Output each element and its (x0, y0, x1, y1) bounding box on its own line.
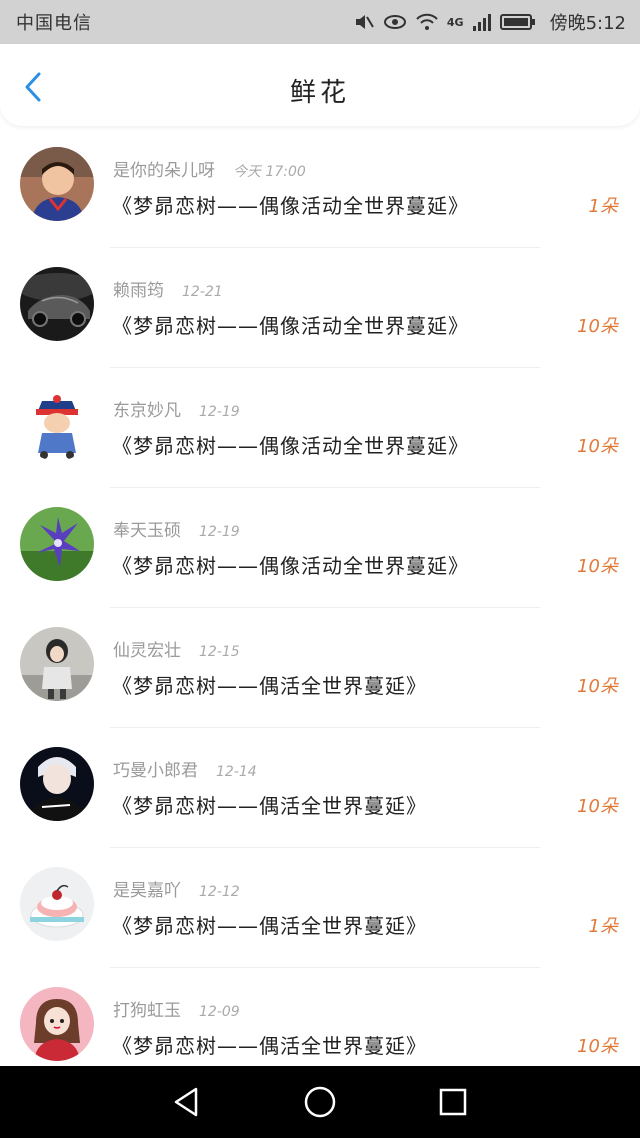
flower-quantity: 10朵 (577, 676, 618, 697)
sent-date: 12-15 (199, 644, 240, 660)
wifi-icon (415, 11, 439, 33)
sender-name: 赖雨筠 (113, 281, 164, 301)
list-item[interactable]: 是昊嘉吖 12-12 《梦昴恋树——偶活全世界蔓延》 1朵 (0, 848, 640, 968)
nav-back-button[interactable] (167, 1082, 207, 1122)
flower-quantity: 10朵 (577, 1036, 618, 1057)
avatar[interactable] (20, 627, 94, 701)
sender-name: 打狗虹玉 (113, 1001, 181, 1021)
flower-quantity: 10朵 (577, 556, 618, 577)
sender-line: 打狗虹玉 12-09 (113, 996, 240, 1021)
gift-title: 《梦昴恋树——偶活全世界蔓延》 (112, 674, 427, 698)
nav-home-button[interactable] (300, 1082, 340, 1122)
list-item[interactable]: 仙灵宏壮 12-15 《梦昴恋树——偶活全世界蔓延》 10朵 (0, 608, 640, 728)
sender-line: 赖雨筠 12-21 (113, 276, 223, 301)
clock-label: 傍晚5:12 (549, 13, 626, 34)
gift-title: 《梦昴恋树——偶活全世界蔓延》 (112, 794, 427, 818)
sender-name: 仙灵宏壮 (113, 641, 181, 661)
sent-date: 12-14 (216, 764, 257, 780)
avatar[interactable] (20, 987, 94, 1061)
sender-line: 奉天玉硕 12-19 (113, 516, 240, 541)
status-icons: 4G 傍晚5:12 (353, 9, 626, 35)
sent-date: 12-21 (182, 284, 223, 300)
back-triangle-icon (174, 1087, 197, 1117)
eye-icon (383, 11, 407, 33)
sent-date: 12-19 (199, 524, 240, 540)
sender-line: 是你的朵儿呀 今天 17:00 (113, 156, 306, 181)
avatar[interactable] (20, 867, 94, 941)
page-title: 鲜花 (289, 78, 350, 108)
list-item[interactable]: 赖雨筠 12-21 《梦昴恋树——偶像活动全世界蔓延》 10朵 (0, 248, 640, 368)
flower-quantity: 10朵 (577, 436, 618, 457)
recents-square-icon (440, 1088, 467, 1116)
sender-line: 巧曼小郎君 12-14 (113, 756, 257, 781)
gift-title: 《梦昴恋树——偶像活动全世界蔓延》 (112, 434, 469, 458)
sender-name: 巧曼小郎君 (113, 761, 198, 781)
carrier-label: 中国电信 (16, 13, 92, 34)
sender-name: 奉天玉硕 (113, 521, 181, 541)
status-bar: 中国电信 4G 傍晚5:12 (0, 0, 640, 44)
list-item[interactable]: 巧曼小郎君 12-14 《梦昴恋树——偶活全世界蔓延》 10朵 (0, 728, 640, 848)
list-item[interactable]: 是你的朵儿呀 今天 17:00 《梦昴恋树——偶像活动全世界蔓延》 1朵 (0, 128, 640, 248)
sender-line: 是昊嘉吖 12-12 (113, 876, 240, 901)
flower-quantity: 10朵 (577, 316, 618, 337)
avatar[interactable] (20, 147, 94, 221)
flower-quantity: 10朵 (577, 796, 618, 817)
nav-recents-button[interactable] (433, 1082, 473, 1122)
avatar[interactable] (20, 507, 94, 581)
sender-line: 东京妙凡 12-19 (113, 396, 240, 421)
flower-list: 是你的朵儿呀 今天 17:00 《梦昴恋树——偶像活动全世界蔓延》 1朵 赖雨筠 1… (0, 128, 640, 1088)
sender-line: 仙灵宏壮 12-15 (113, 636, 240, 661)
sent-date: 12-09 (199, 1004, 240, 1020)
battery-icon (499, 11, 536, 33)
gift-title: 《梦昴恋树——偶活全世界蔓延》 (112, 1034, 427, 1058)
list-item[interactable]: 奉天玉硕 12-19 《梦昴恋树——偶像活动全世界蔓延》 10朵 (0, 488, 640, 608)
flower-quantity: 1朵 (588, 196, 618, 217)
signal-icon (472, 11, 492, 33)
avatar[interactable] (20, 747, 94, 821)
gift-title: 《梦昴恋树——偶像活动全世界蔓延》 (112, 314, 469, 338)
sender-name: 是昊嘉吖 (113, 881, 181, 901)
mute-icon (353, 11, 375, 33)
gift-title: 《梦昴恋树——偶像活动全世界蔓延》 (112, 554, 469, 578)
gift-title: 《梦昴恋树——偶活全世界蔓延》 (112, 914, 427, 938)
home-circle-icon (304, 1086, 336, 1118)
sent-date: 12-12 (199, 884, 240, 900)
sender-name: 东京妙凡 (113, 401, 181, 421)
flower-quantity: 1朵 (588, 916, 618, 937)
screen: 中国电信 4G 傍晚5:12 鲜花 是你的朵儿呀 今天 17:00 《梦昴恋树—… (0, 0, 640, 1138)
network-type-label: 4G (446, 15, 464, 29)
gift-title: 《梦昴恋树——偶像活动全世界蔓延》 (112, 194, 469, 218)
system-nav-bar (0, 1066, 640, 1138)
sent-date: 12-19 (199, 404, 240, 420)
sent-date: 今天 17:00 (233, 164, 306, 180)
avatar[interactable] (20, 387, 94, 461)
app-header: 鲜花 (0, 44, 640, 126)
list-item[interactable]: 东京妙凡 12-19 《梦昴恋树——偶像活动全世界蔓延》 10朵 (0, 368, 640, 488)
sender-name: 是你的朵儿呀 (113, 161, 215, 181)
avatar[interactable] (20, 267, 94, 341)
